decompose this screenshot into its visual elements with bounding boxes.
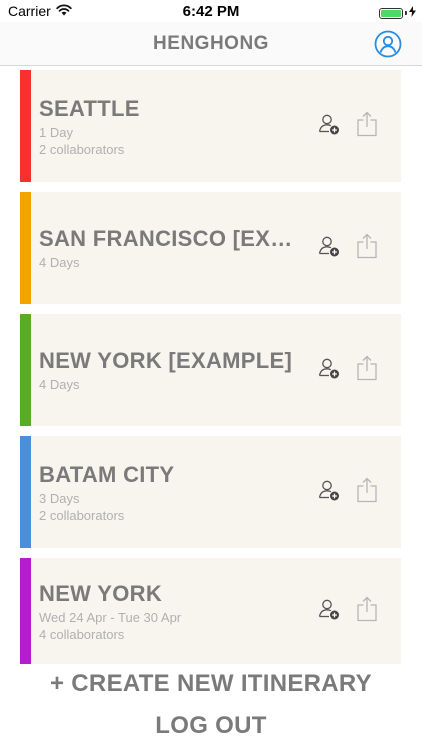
page-title: HENGHONG [153, 33, 269, 54]
battery-icon [379, 7, 403, 19]
itinerary-title: SEATTLE [39, 95, 140, 121]
add-user-icon [317, 356, 341, 385]
add-user-icon [317, 234, 341, 263]
battery-tip [405, 11, 407, 15]
share-icon [356, 111, 378, 142]
itinerary-actions [317, 436, 379, 548]
add-collaborator-button[interactable] [317, 479, 341, 505]
share-button[interactable] [355, 111, 379, 142]
add-collaborator-button[interactable] [317, 598, 341, 624]
battery-fill [381, 9, 401, 17]
itinerary-title: NEW YORK [EXAMPLE] [39, 348, 293, 373]
itinerary-details: BATAM CITY 3 Days 2 collaborators [39, 436, 301, 548]
itinerary-collaborators: 4 collaborators [39, 626, 125, 642]
logout-button[interactable]: LOG OUT [0, 712, 422, 740]
share-button[interactable] [355, 477, 379, 508]
itinerary-title: NEW YORK [39, 580, 163, 606]
itinerary-details: NEW YORK Wed 24 Apr - Tue 30 Apr 4 collabo… [39, 558, 301, 664]
itinerary-color-stripe [20, 192, 31, 304]
add-user-icon [317, 478, 341, 507]
itinerary-card[interactable]: NEW YORK Wed 24 Apr - Tue 30 Apr 4 collabo… [20, 558, 401, 664]
itinerary-collaborators: 2 collaborators [39, 141, 125, 157]
itinerary-list: SEATTLE 1 Day 2 collaborators SAN FRANCISCO… [20, 70, 401, 664]
status-bar: Carrier 6:42 PM [0, 0, 422, 22]
itinerary-duration: 1 Day [39, 124, 73, 140]
add-collaborator-button[interactable] [317, 235, 341, 261]
share-button[interactable] [355, 233, 379, 264]
itinerary-collaborators: 2 collaborators [39, 507, 125, 523]
itinerary-title: BATAM CITY [39, 461, 175, 487]
share-icon [356, 477, 378, 508]
itinerary-color-stripe [20, 70, 31, 182]
itinerary-details: SEATTLE 1 Day 2 collaborators [39, 70, 301, 182]
user-circle-icon [374, 30, 402, 62]
itinerary-card[interactable]: SAN FRANCISCO [EXA... 4 Days [20, 192, 401, 304]
navigation-bar: HENGHONG [0, 22, 422, 66]
itinerary-actions [317, 558, 379, 664]
share-icon [356, 355, 378, 386]
itinerary-card[interactable]: NEW YORK [EXAMPLE] 4 Days [20, 314, 401, 426]
status-time: 6:42 PM [182, 3, 240, 20]
itinerary-details: SAN FRANCISCO [EXA... 4 Days [39, 192, 301, 304]
itinerary-actions [317, 192, 379, 304]
itinerary-card[interactable]: SEATTLE 1 Day 2 collaborators [20, 70, 401, 182]
status-right [379, 4, 416, 22]
add-user-icon [317, 597, 341, 626]
charging-icon [409, 4, 416, 22]
share-icon [356, 233, 378, 264]
itinerary-details: NEW YORK [EXAMPLE] 4 Days [39, 314, 301, 426]
add-user-icon [317, 112, 341, 141]
itinerary-actions [317, 314, 379, 426]
itinerary-card[interactable]: BATAM CITY 3 Days 2 collaborators [20, 436, 401, 548]
itinerary-color-stripe [20, 558, 31, 664]
profile-button[interactable] [374, 30, 402, 58]
itinerary-color-stripe [20, 436, 31, 548]
itinerary-title: SAN FRANCISCO [EXA... [39, 226, 301, 251]
itinerary-duration: 4 Days [39, 255, 80, 270]
itinerary-duration: 4 Days [39, 377, 80, 392]
itinerary-duration: 3 Days [39, 490, 80, 506]
itinerary-duration: Wed 24 Apr - Tue 30 Apr [39, 609, 182, 625]
share-button[interactable] [355, 355, 379, 386]
itinerary-color-stripe [20, 314, 31, 426]
itinerary-actions [317, 70, 379, 182]
add-collaborator-button[interactable] [317, 113, 341, 139]
add-collaborator-button[interactable] [317, 357, 341, 383]
share-button[interactable] [355, 596, 379, 627]
create-itinerary-button[interactable]: + CREATE NEW ITINERARY [0, 670, 422, 698]
share-icon [356, 596, 378, 627]
